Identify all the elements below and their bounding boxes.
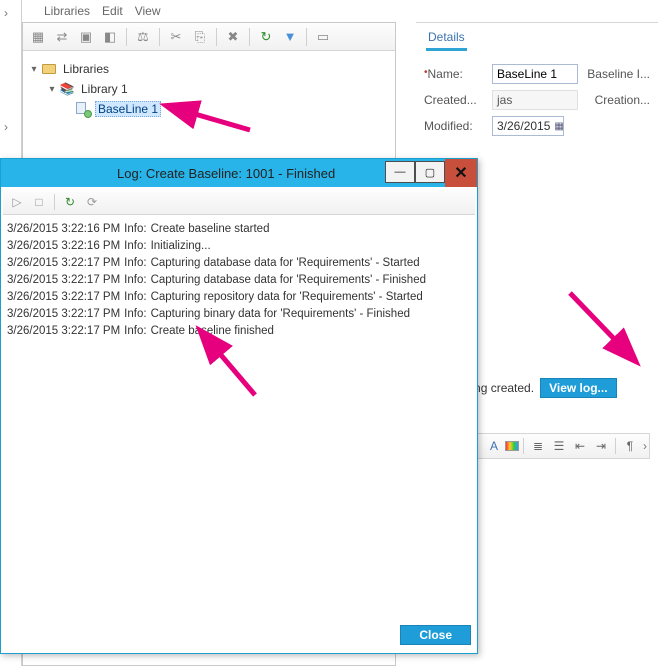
creation-label: Creation... <box>595 93 650 107</box>
filter-icon[interactable]: ▼ <box>279 26 301 48</box>
tab-details[interactable]: Details <box>426 26 467 51</box>
log-row: 3/26/2015 3:22:16 PM Info: Initializing.… <box>7 238 471 255</box>
refresh-icon[interactable]: ↻ <box>255 26 277 48</box>
created-field: jas <box>492 90 578 110</box>
play-icon[interactable]: ▷ <box>7 192 27 212</box>
comment-icon[interactable]: ▭ <box>312 26 334 48</box>
dialog-toolbar: ▷ □ ↻ ⟳ <box>3 189 475 215</box>
folder-icon[interactable]: ▣ <box>75 26 97 48</box>
stop-icon[interactable]: □ <box>29 192 49 212</box>
created-label: Created... <box>424 93 484 107</box>
tree-collapse-icon[interactable]: ▾ <box>27 64 41 75</box>
log-row: 3/26/2015 3:22:17 PM Info: Capturing dat… <box>7 272 471 289</box>
close-button[interactable]: ✕ <box>445 159 477 187</box>
refresh-icon[interactable]: ↻ <box>60 192 80 212</box>
balance-icon[interactable]: ⚖ <box>132 26 154 48</box>
page-icon[interactable]: ◧ <box>99 26 121 48</box>
tree-label: Libraries <box>61 62 111 76</box>
calendar-icon[interactable]: ▦ <box>554 121 563 132</box>
annotation-arrow <box>200 340 280 403</box>
tree-row-libraries[interactable]: ▾ Libraries <box>27 59 391 79</box>
menu-libraries[interactable]: Libraries <box>44 4 90 18</box>
refresh-all-icon[interactable]: ⟳ <box>82 192 102 212</box>
log-row: 3/26/2015 3:22:16 PM Info: Create baseli… <box>7 221 471 238</box>
annotation-arrow <box>560 285 640 368</box>
menu-edit[interactable]: Edit <box>102 4 123 18</box>
name-field[interactable] <box>492 64 578 84</box>
annotation-arrow <box>180 98 260 141</box>
font-color-icon[interactable]: A <box>484 436 504 456</box>
delete-icon[interactable]: ✖ <box>222 26 244 48</box>
log-row: 3/26/2015 3:22:17 PM Info: Capturing dat… <box>7 255 471 272</box>
dialog-title: Log: Create Baseline: 1001 - Finished <box>1 166 335 181</box>
minimize-button[interactable]: — <box>385 161 415 183</box>
log-dialog: Log: Create Baseline: 1001 - Finished — … <box>0 158 478 654</box>
tree-collapse-icon[interactable]: ▾ <box>45 84 59 95</box>
chevron-right-icon[interactable]: › <box>643 439 647 453</box>
highlight-icon[interactable] <box>505 441 519 451</box>
log-row: 3/26/2015 3:22:17 PM Info: Capturing rep… <box>7 289 471 306</box>
dialog-titlebar[interactable]: Log: Create Baseline: 1001 - Finished — … <box>1 159 477 187</box>
view-log-button[interactable]: View log... <box>540 378 616 398</box>
log-row: 3/26/2015 3:22:17 PM Info: Create baseli… <box>7 323 471 340</box>
tree-toolbar: ▦ ⇄ ▣ ◧ ⚖ ✂ ⎘ ✖ ↻ ▼ ▭ <box>23 23 395 51</box>
copy-icon[interactable]: ⎘ <box>189 26 211 48</box>
tree-row-library-1[interactable]: ▾ 📚 Library 1 <box>27 79 391 99</box>
menu-view[interactable]: View <box>135 4 161 18</box>
log-row: 3/26/2015 3:22:17 PM Info: Capturing bin… <box>7 306 471 323</box>
modified-field[interactable]: 3/26/2015 ▦ <box>492 116 564 136</box>
compare-icon[interactable]: ⇄ <box>51 26 73 48</box>
indent-icon[interactable]: ⇥ <box>591 436 611 456</box>
new-library-icon[interactable]: ▦ <box>27 26 49 48</box>
outdent-icon[interactable]: ⇤ <box>570 436 590 456</box>
tree-label-selected: BaseLine 1 <box>95 101 161 117</box>
library-icon: 📚 <box>59 81 75 97</box>
tree-label: Library 1 <box>79 82 130 96</box>
close-dialog-button[interactable]: Close <box>400 625 471 645</box>
libraries-icon <box>41 61 57 77</box>
paragraph-icon[interactable]: ¶ <box>620 436 640 456</box>
chevron-right-icon[interactable]: › <box>4 6 8 20</box>
name-label: •Name: <box>424 67 484 81</box>
baseline-icon <box>75 101 91 117</box>
maximize-button[interactable]: ▢ <box>415 161 445 183</box>
chevron-right-icon[interactable]: › <box>4 120 8 134</box>
list-number-icon[interactable]: ☰ <box>549 436 569 456</box>
baseline-id-label: Baseline I... <box>587 67 650 81</box>
log-list[interactable]: 3/26/2015 3:22:16 PM Info: Create baseli… <box>3 215 475 609</box>
list-bullet-icon[interactable]: ≣ <box>528 436 548 456</box>
modified-label: Modified: <box>424 119 484 133</box>
cut-icon[interactable]: ✂ <box>165 26 187 48</box>
menu-bar: Libraries Edit View <box>22 0 658 22</box>
